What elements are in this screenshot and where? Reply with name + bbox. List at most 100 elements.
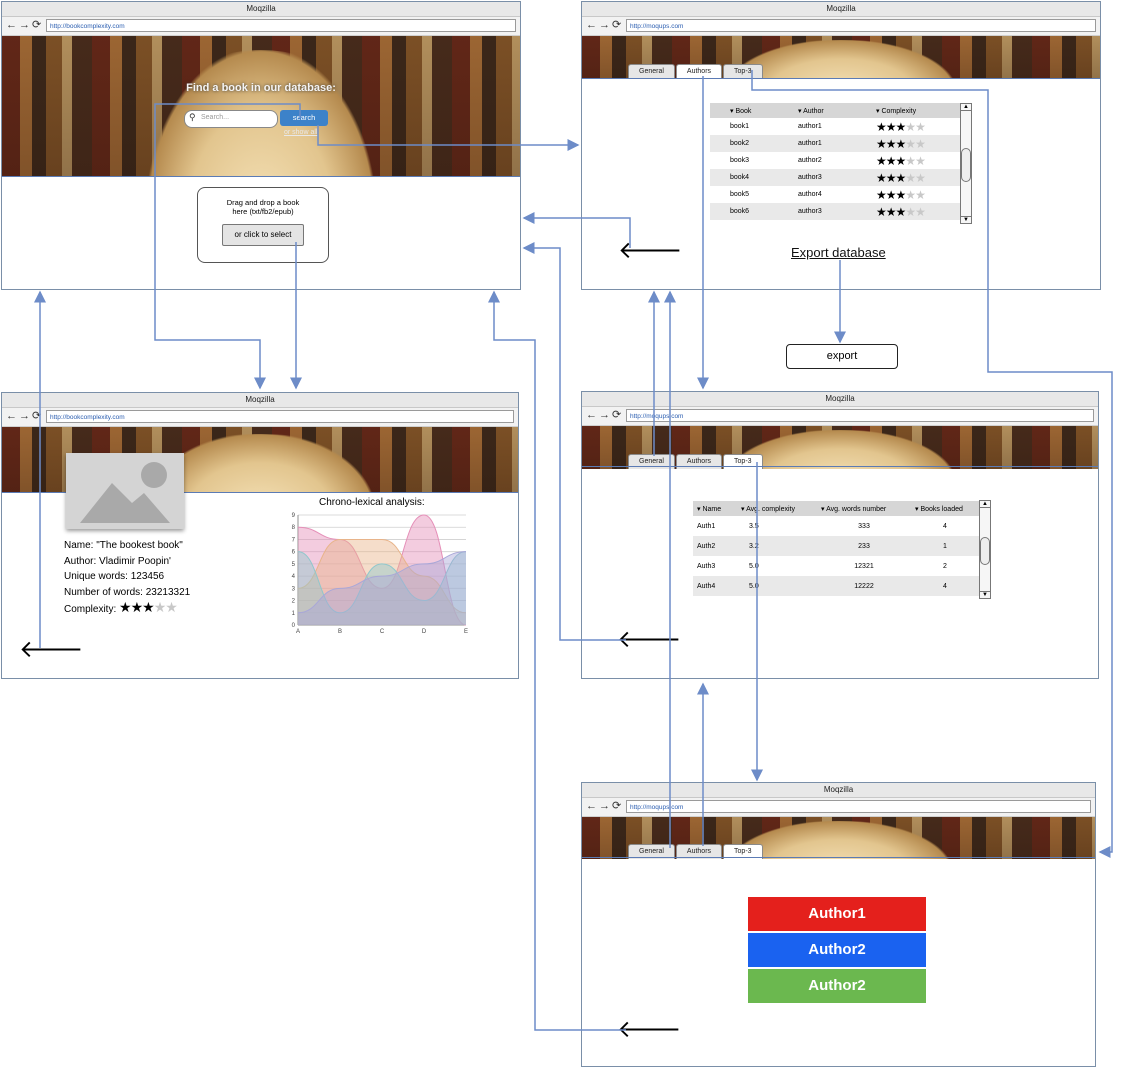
star-icon: ★ [905,153,916,168]
star-icon: ★ [885,187,897,202]
star-icon: ★ [885,204,897,219]
nav-icons[interactable]: ←→⟳ [586,799,623,812]
back-arrow-icon[interactable]: 🡐 [19,638,83,662]
table-row[interactable]: book3 author2 ★★★★★ [710,152,960,169]
books-table: ▾ Book ▾ Author ▾ Complexity book1 author… [710,103,960,220]
export-link[interactable]: Export database [791,245,886,260]
top-author-bar[interactable]: Author2 [748,969,926,1003]
scroll-down[interactable]: ▼ [961,216,971,223]
table-row[interactable]: Auth4 5.0 12222 4 [693,576,979,596]
table-row[interactable]: book5 author4 ★★★★★ [710,186,960,203]
rating-stars: ★★★★★ [876,153,926,168]
show-all-link[interactable]: or show all [284,129,317,136]
drop-zone[interactable]: Drag and drop a book here (txt/fb2/epub)… [197,187,329,263]
books-scrollbar[interactable]: ▲ ▼ [960,103,972,224]
tab-authors[interactable]: Authors [675,64,723,79]
nav-icons[interactable]: ←→⟳ [586,18,623,31]
col-books-loaded[interactable]: ▾ Books loaded [911,501,979,516]
book-cell: book2 [710,135,794,152]
rating-stars: ★★★★★ [876,136,926,151]
url-field[interactable]: http://bookcomplexity.com [46,19,516,32]
col-avg-complexity[interactable]: ▾ Avg. complexity [737,501,817,516]
col-avg-words[interactable]: ▾ Avg. words number [817,501,911,516]
table-row[interactable]: book6 author3 ★★★★★ [710,203,960,220]
home-window: Moqzilla ←→⟳ http://bookcomplexity.com F… [1,1,521,290]
star-icon: ★ [915,119,926,134]
back-arrow-icon[interactable]: 🡐 [618,239,682,263]
star-icon: ★ [119,599,132,615]
top-author-bar[interactable]: Author1 [748,897,926,931]
select-file-button[interactable]: or click to select [222,224,304,246]
y-tick-label: 2 [292,599,296,605]
col-complexity[interactable]: ▾ Complexity [872,103,960,118]
star-icon: ★ [876,204,887,219]
x-tick-label: B [338,629,342,635]
col-author[interactable]: ▾ Author [794,103,872,118]
star-icon: ★ [895,170,907,185]
table-row[interactable]: Auth3 5.0 12321 2 [693,556,979,576]
table-row[interactable]: book1 author1 ★★★★★ [710,118,960,135]
nav-icons[interactable]: ←→⟳ [6,18,43,31]
search-button[interactable]: search [280,110,328,126]
url-field[interactable]: http://moqups.com [626,19,1096,32]
name-cell: Auth1 [697,522,716,530]
nav-bar: ←→⟳ http://bookcomplexity.com [2,408,518,427]
nav-icons[interactable]: ←→⟳ [6,409,43,422]
tab-general[interactable]: General [628,64,675,79]
star-icon: ★ [885,153,897,168]
window-title: Moqzilla [2,393,518,408]
scroll-down[interactable]: ▼ [980,591,990,598]
rating-stars: ★★★★★ [876,170,926,185]
star-icon: ★ [895,136,907,151]
books-loaded-cell: 4 [943,522,947,530]
star-icon: ★ [165,599,178,615]
book-cover-placeholder [66,453,184,529]
name-cell: Auth4 [693,576,737,596]
books-window: Moqzilla ←→⟳ http://moqups.com General A… [581,1,1101,290]
authors-window: Moqzilla ←→⟳ http://moqups.com General A… [581,391,1099,679]
top3-window: Moqzilla ←→⟳ http://moqups.com General A… [581,782,1096,1067]
search-input[interactable]: ⚲ Search... [184,110,278,128]
name-cell: Auth2 [693,536,737,556]
avg-words-cell: 333 [858,522,870,530]
scroll-thumb[interactable] [961,148,971,182]
scroll-thumb[interactable] [980,537,990,565]
y-tick-label: 3 [292,586,296,592]
table-row[interactable]: book4 author3 ★★★★★ [710,169,960,186]
table-row[interactable]: book2 author1 ★★★★★ [710,135,960,152]
authors-scrollbar[interactable]: ▲ ▼ [979,500,991,599]
avg-words-cell: 12321 [854,562,874,570]
url-field[interactable]: http://moqups.com [626,409,1094,422]
nav-icons[interactable]: ←→⟳ [586,408,623,421]
book-cell: book3 [730,157,750,164]
complexity-row: Complexity: ★★★★★ [64,599,190,618]
col-book[interactable]: ▾ Book [710,103,794,118]
book-cell: book5 [730,191,750,198]
author-cell: author2 [798,157,822,164]
table-row[interactable]: Auth2 3.2 233 1 [693,536,979,556]
top-author-bar[interactable]: Author2 [748,933,926,967]
words-count: Number of words: 23213321 [64,586,191,598]
star-icon: ★ [876,170,887,185]
tab-bar: General Authors Top-3 [628,64,764,79]
chrono-lexical-chart: 0123456789A B C D E [292,513,468,635]
hero-banner: Find a book in our database: ⚲ Search...… [2,36,520,176]
book-cell: book4 [710,169,794,186]
rating-stars: ★★★★★ [876,187,926,202]
rating-stars: ★★★★★ [876,119,926,134]
url-field[interactable]: http://moqups.com [626,800,1091,813]
y-tick-label: 8 [292,525,296,531]
avg-words-cell: 12222 [817,576,911,596]
star-icon: ★ [895,187,907,202]
complexity-cell: ★★★★★ [872,118,960,135]
url-field[interactable]: http://bookcomplexity.com [46,410,514,423]
export-button[interactable]: export [786,344,898,369]
scroll-up[interactable]: ▲ [961,104,971,111]
back-arrow-icon[interactable]: 🡐 [617,628,681,652]
col-name[interactable]: ▾ Name [693,501,737,516]
tab-top3[interactable]: Top-3 [723,64,763,79]
star-icon: ★ [915,153,926,168]
table-row[interactable]: Auth1 3.5 333 4 [693,516,979,536]
scroll-up[interactable]: ▲ [980,501,990,508]
back-arrow-icon[interactable]: 🡐 [617,1018,681,1042]
